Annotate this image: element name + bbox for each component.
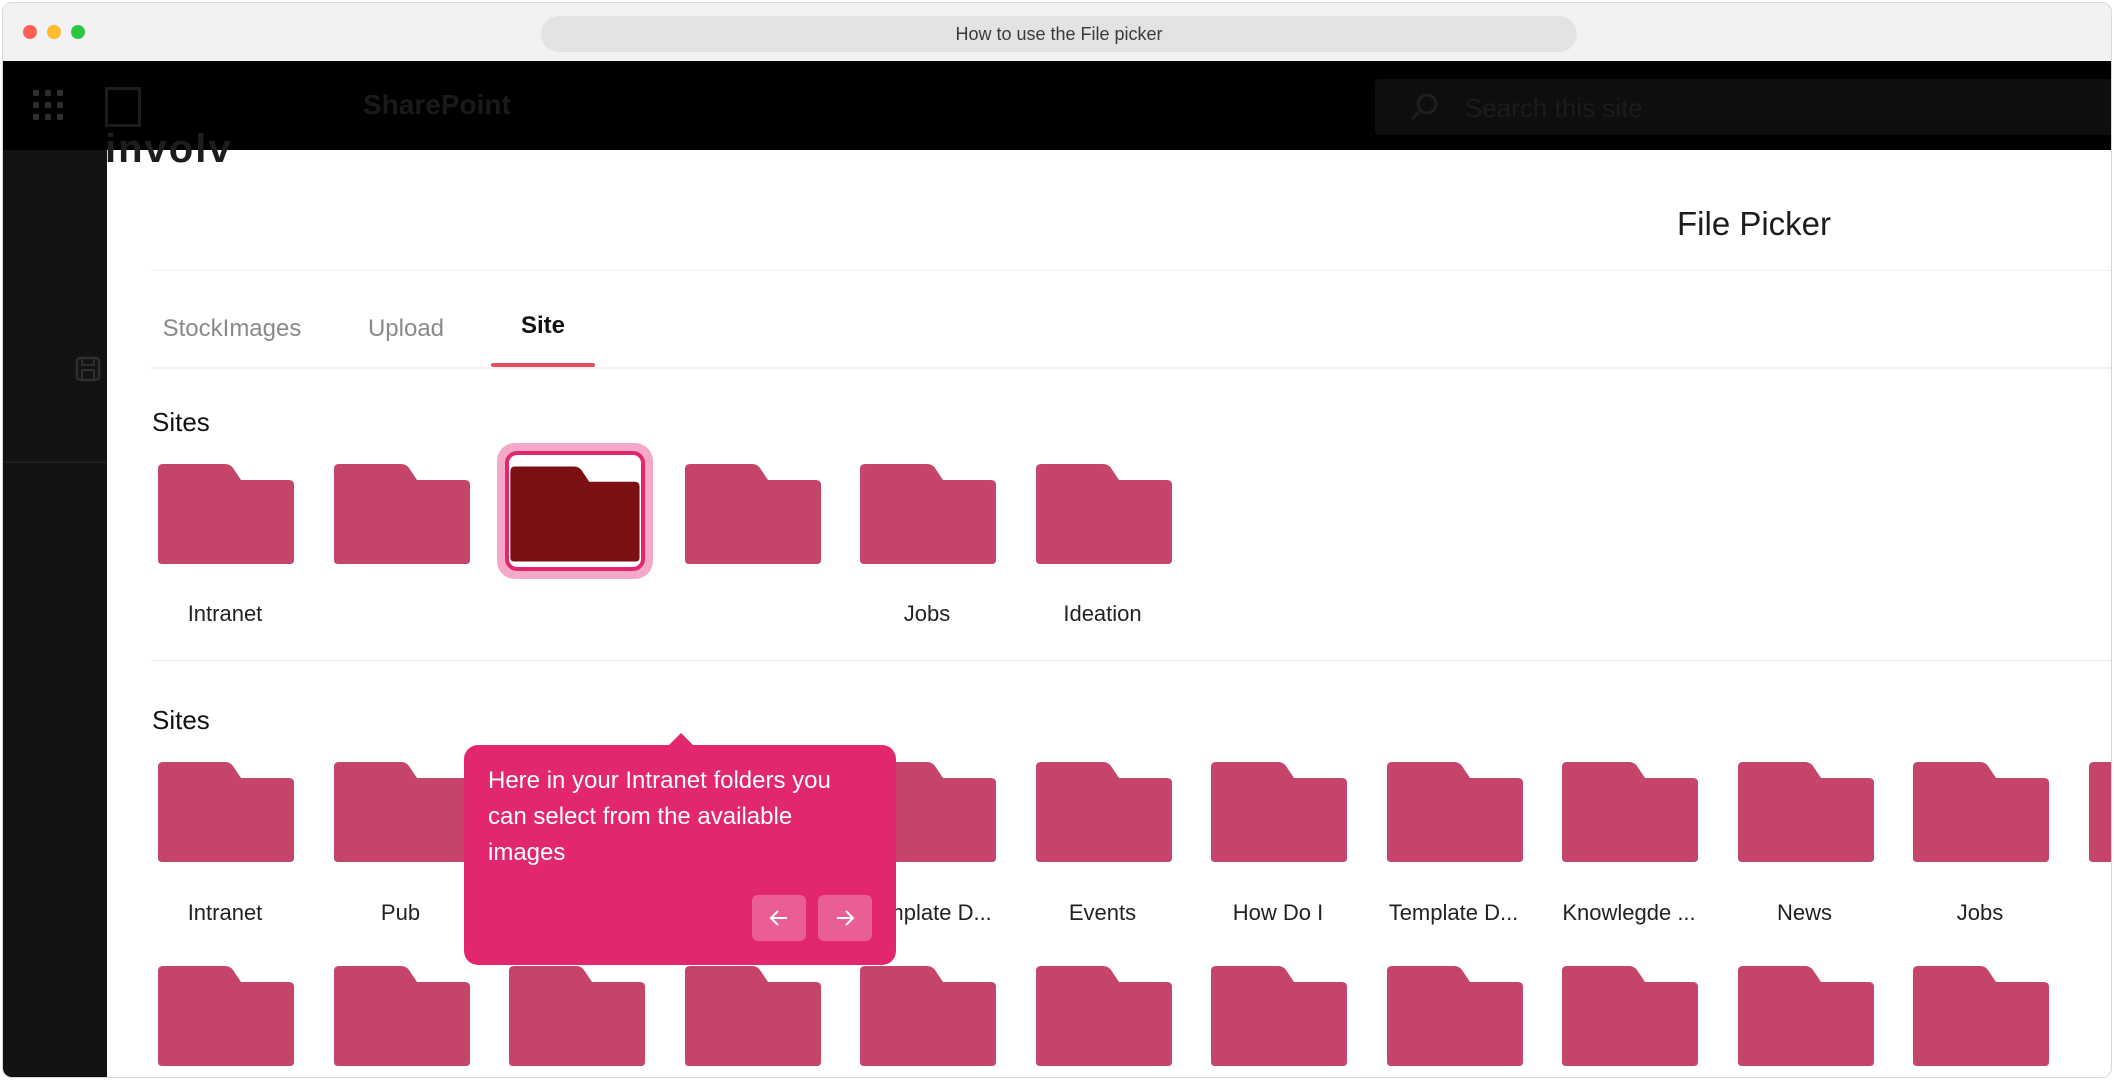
tab-site[interactable]: Site bbox=[491, 309, 595, 369]
folder-icon bbox=[158, 966, 294, 1066]
window-title: How to use the File picker bbox=[541, 16, 1577, 52]
folder-icon bbox=[1035, 762, 1172, 862]
folder-icon bbox=[1913, 966, 2049, 1066]
folder-icon bbox=[860, 966, 996, 1066]
sharepoint-sidebar bbox=[3, 150, 107, 1077]
file-picker-panel: File Picker StockImages Upload Site Site… bbox=[107, 163, 2112, 1077]
sites-row2-folder-label-7: Template D... bbox=[1388, 900, 1519, 925]
sites-section-label-2: Sites bbox=[152, 705, 210, 735]
sites-section-label: Sites bbox=[152, 407, 210, 437]
folder-icon bbox=[1562, 762, 1698, 862]
title-bar: How to use the File picker bbox=[3, 3, 2111, 61]
sites-row2-folder-9[interactable] bbox=[1735, 761, 1875, 863]
sites-row2-folder-label-9: News bbox=[1776, 900, 1832, 925]
tooltip-text: Here in your Intranet folders you can se… bbox=[488, 767, 831, 866]
sites-row2-folder-label-8: Knowlegde ... bbox=[1562, 900, 1696, 925]
folder-icon bbox=[1211, 966, 1347, 1066]
folder-icon bbox=[158, 762, 294, 862]
sites-row1-folder-4[interactable] bbox=[857, 463, 997, 565]
sites-row3-folder-0[interactable] bbox=[155, 965, 295, 1067]
sites-row3-folder-3[interactable] bbox=[682, 965, 822, 1067]
sites-row3-folder-1[interactable] bbox=[331, 965, 471, 1067]
folder-icon bbox=[1913, 762, 2049, 862]
maximize-window-button[interactable] bbox=[71, 25, 85, 39]
header-divider bbox=[151, 270, 2111, 271]
sites-row2-folder-8[interactable] bbox=[1559, 761, 1699, 863]
folder-icon bbox=[2088, 762, 2111, 862]
sites-row1-folder-label-0: Intranet bbox=[187, 601, 263, 626]
sites-row3-folder-6[interactable] bbox=[1208, 965, 1348, 1067]
sites-row2-folder-11[interactable] bbox=[2086, 761, 2111, 863]
sites-row2-folder-1[interactable] bbox=[331, 761, 471, 863]
folder-icon bbox=[684, 464, 821, 564]
tab-upload[interactable]: Upload bbox=[365, 309, 447, 369]
tabs-divider bbox=[151, 367, 2111, 369]
sites-row3-folder-5[interactable] bbox=[1033, 965, 1173, 1067]
folder-icon bbox=[1562, 966, 1698, 1066]
sites-row2-folder-10[interactable] bbox=[1910, 761, 2050, 863]
file-picker-title: File Picker bbox=[1677, 205, 1832, 242]
sites-row2-folder-label-11: De bbox=[2068, 900, 2112, 926]
search-icon bbox=[1410, 93, 1438, 121]
sites-row2-folder-label-10: Jobs bbox=[1956, 900, 2004, 925]
folder-icon bbox=[1737, 966, 1874, 1066]
folder-icon bbox=[333, 464, 470, 564]
tab-stockimages[interactable]: StockImages bbox=[151, 309, 313, 369]
sites-row3-folder-9[interactable] bbox=[1735, 965, 1875, 1067]
sites-row3-folder-8[interactable] bbox=[1559, 965, 1699, 1067]
sites-row2-folder-7[interactable] bbox=[1384, 761, 1524, 863]
sites-row1-folder-5[interactable] bbox=[1033, 463, 1173, 565]
sites-row3-folder-2[interactable] bbox=[506, 965, 646, 1067]
section-divider bbox=[151, 660, 2111, 661]
sites-row2-folder-label-0: Intranet bbox=[187, 900, 263, 925]
search-box[interactable]: Search this site bbox=[1375, 79, 2111, 135]
sites-row1-folder-label-5: Ideation bbox=[1063, 601, 1142, 626]
minimize-window-button[interactable] bbox=[47, 25, 61, 39]
sites-row1-folder-3[interactable] bbox=[682, 463, 822, 565]
arrow-left-icon bbox=[769, 910, 787, 926]
sites-row1-folder-0[interactable] bbox=[155, 463, 295, 565]
sites-row2-folder-label-5: Events bbox=[1068, 900, 1137, 925]
sites-row1-folder-label-4: Jobs bbox=[903, 601, 951, 626]
folder-icon bbox=[1386, 762, 1523, 862]
previous-step-button[interactable] bbox=[752, 895, 806, 941]
sites-row3-folder-4[interactable] bbox=[857, 965, 997, 1067]
sites-row3-folder-7[interactable] bbox=[1384, 965, 1524, 1067]
sharepoint-header: involv SharePoint Search this site bbox=[3, 61, 2111, 171]
folder-icon bbox=[1386, 966, 1523, 1066]
folder-icon bbox=[509, 966, 645, 1066]
sites-row2-folder-label-6: How Do I bbox=[1232, 900, 1324, 925]
search-placeholder: Search this site bbox=[1465, 93, 1643, 123]
sites-row2-folder-label-1: Pub bbox=[380, 900, 421, 925]
app-launcher-icon[interactable] bbox=[33, 90, 63, 120]
folder-icon bbox=[1211, 762, 1347, 862]
folder-icon bbox=[333, 966, 470, 1066]
sites-row2-folder-6[interactable] bbox=[1208, 761, 1348, 863]
picker-tabs: StockImages Upload Site bbox=[151, 309, 2111, 369]
sidebar-divider bbox=[3, 461, 107, 463]
browser-window: How to use the File picker involv ShareP… bbox=[2, 2, 2112, 1078]
close-window-button[interactable] bbox=[23, 25, 37, 39]
highlight-border bbox=[505, 451, 645, 571]
sharepoint-title[interactable]: SharePoint bbox=[363, 89, 511, 121]
folder-icon bbox=[158, 464, 294, 564]
save-icon[interactable] bbox=[75, 356, 101, 382]
folder-icon bbox=[860, 464, 996, 564]
sites-row2-folder-0[interactable] bbox=[155, 761, 295, 863]
folder-icon bbox=[684, 966, 821, 1066]
next-step-button[interactable] bbox=[818, 895, 872, 941]
company-logo: involv bbox=[105, 83, 269, 171]
sites-row1-folder-1[interactable] bbox=[331, 463, 471, 565]
arrow-right-icon bbox=[837, 910, 855, 926]
folder-icon bbox=[333, 762, 470, 862]
sites-row2-folder-5[interactable] bbox=[1033, 761, 1173, 863]
guide-tooltip: Here in your Intranet folders you can se… bbox=[464, 733, 896, 965]
folder-icon bbox=[1035, 966, 1172, 1066]
folder-icon bbox=[1737, 762, 1874, 862]
folder-icon bbox=[1035, 464, 1172, 564]
sites-row3-folder-10[interactable] bbox=[1910, 965, 2050, 1067]
